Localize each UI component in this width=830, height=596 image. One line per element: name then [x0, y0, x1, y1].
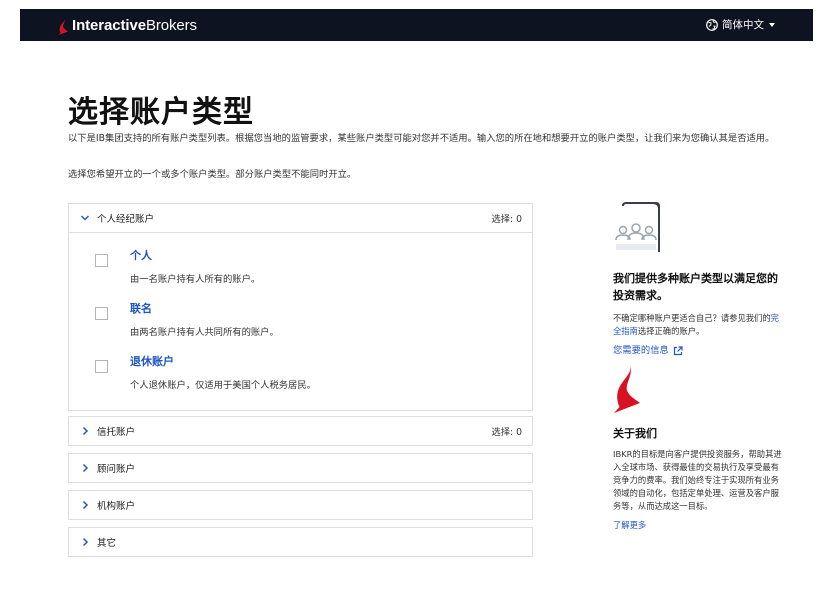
- selection-count: 选择: 0: [491, 427, 522, 438]
- checkbox-individual[interactable]: [95, 254, 108, 267]
- chevron-down-icon: [79, 212, 91, 224]
- checkbox-joint[interactable]: [95, 307, 108, 320]
- section-institution-header[interactable]: 机构账户: [69, 491, 532, 519]
- chevron-right-icon: [79, 425, 91, 437]
- section-other[interactable]: 其它: [68, 527, 533, 557]
- chevron-right-icon: [79, 536, 91, 548]
- option-joint: 联名 由两名账户持有人共同所有的账户。: [95, 298, 532, 351]
- learn-more-link[interactable]: 了解更多: [613, 519, 783, 532]
- section-trust-header[interactable]: 信托账户 选择: 0: [69, 417, 532, 445]
- section-label: 机构账户: [97, 501, 136, 512]
- instruction-text: 选择您希望开立的一个或多个账户类型。部分账户类型不能同时开立。: [68, 169, 357, 180]
- external-link-icon: [673, 345, 683, 355]
- option-title[interactable]: 个人: [130, 247, 260, 263]
- checkbox-retirement[interactable]: [95, 360, 108, 373]
- section-label: 个人经纪账户: [97, 214, 155, 225]
- top-nav-bar: InteractiveBrokers 简体中文: [20, 9, 813, 41]
- option-title[interactable]: 联名: [130, 300, 279, 316]
- sidebar: 我们提供多种账户类型以满足您的投资需求。 不确定哪种账户更适合自己？请参见我们的…: [613, 200, 783, 532]
- language-selector[interactable]: 简体中文: [706, 17, 775, 32]
- option-desc: 由一名账户持有人所有的账户。: [130, 274, 261, 285]
- section-label: 其它: [97, 538, 117, 549]
- about-heading: 关于我们: [613, 427, 657, 440]
- section-individual: 个人经纪账户 选择: 0 个人 由一名账户持有人所有的账户。 联名 由两名账户持…: [68, 203, 533, 411]
- selection-count: 选择: 0: [491, 214, 522, 225]
- option-title[interactable]: 退休账户: [130, 353, 316, 369]
- section-institution[interactable]: 机构账户: [68, 490, 533, 520]
- flame-logo-icon: [58, 17, 68, 35]
- section-label: 顾问账户: [97, 464, 136, 475]
- section-advisor[interactable]: 顾问账户: [68, 453, 533, 483]
- option-individual: 个人 由一名账户持有人所有的账户。: [95, 245, 532, 298]
- globe-icon: [706, 18, 718, 31]
- section-individual-header[interactable]: 个人经纪账户 选择: 0: [69, 204, 532, 232]
- sidebar-heading: 我们提供多种账户类型以满足您的投资需求。: [613, 272, 778, 302]
- brand-name: InteractiveBrokers: [72, 17, 197, 34]
- section-label: 信托账户: [97, 427, 136, 438]
- about-text: IBKR的目标是向客户提供投资服务，帮助其进入全球市场、获得最佳的交易执行及享受…: [613, 449, 782, 511]
- section-individual-options: 个人 由一名账户持有人所有的账户。 联名 由两名账户持有人共同所有的账户。 退休…: [69, 232, 532, 410]
- section-other-header[interactable]: 其它: [69, 528, 532, 556]
- chevron-right-icon: [79, 499, 91, 511]
- account-holders-icon: [615, 202, 660, 252]
- section-advisor-header[interactable]: 顾问账户: [69, 454, 532, 482]
- option-desc: 个人退休账户，仅适用于美国个人税务居民。: [130, 380, 316, 391]
- ib-flame-logo-icon: [614, 365, 640, 413]
- page-title: 选择账户类型: [68, 95, 254, 130]
- language-label: 简体中文: [722, 19, 764, 31]
- caret-down-icon: [769, 22, 775, 27]
- option-retirement: 退休账户 个人退休账户，仅适用于美国个人税务居民。: [95, 351, 532, 404]
- ib-logo[interactable]: InteractiveBrokers: [58, 17, 197, 35]
- sidebar-guide-text: 不确定哪种账户更适合自己？请参见我们的完全指南选择正确的账户。: [613, 313, 779, 336]
- chevron-right-icon: [79, 462, 91, 474]
- intro-text: 以下是IB集团支持的所有账户类型列表。根据您当地的监管要求，某些账户类型可能对您…: [68, 133, 775, 144]
- section-trust[interactable]: 信托账户 选择: 0: [68, 416, 533, 446]
- info-needed-link[interactable]: 您需要的信息: [613, 344, 783, 357]
- option-desc: 由两名账户持有人共同所有的账户。: [130, 327, 279, 338]
